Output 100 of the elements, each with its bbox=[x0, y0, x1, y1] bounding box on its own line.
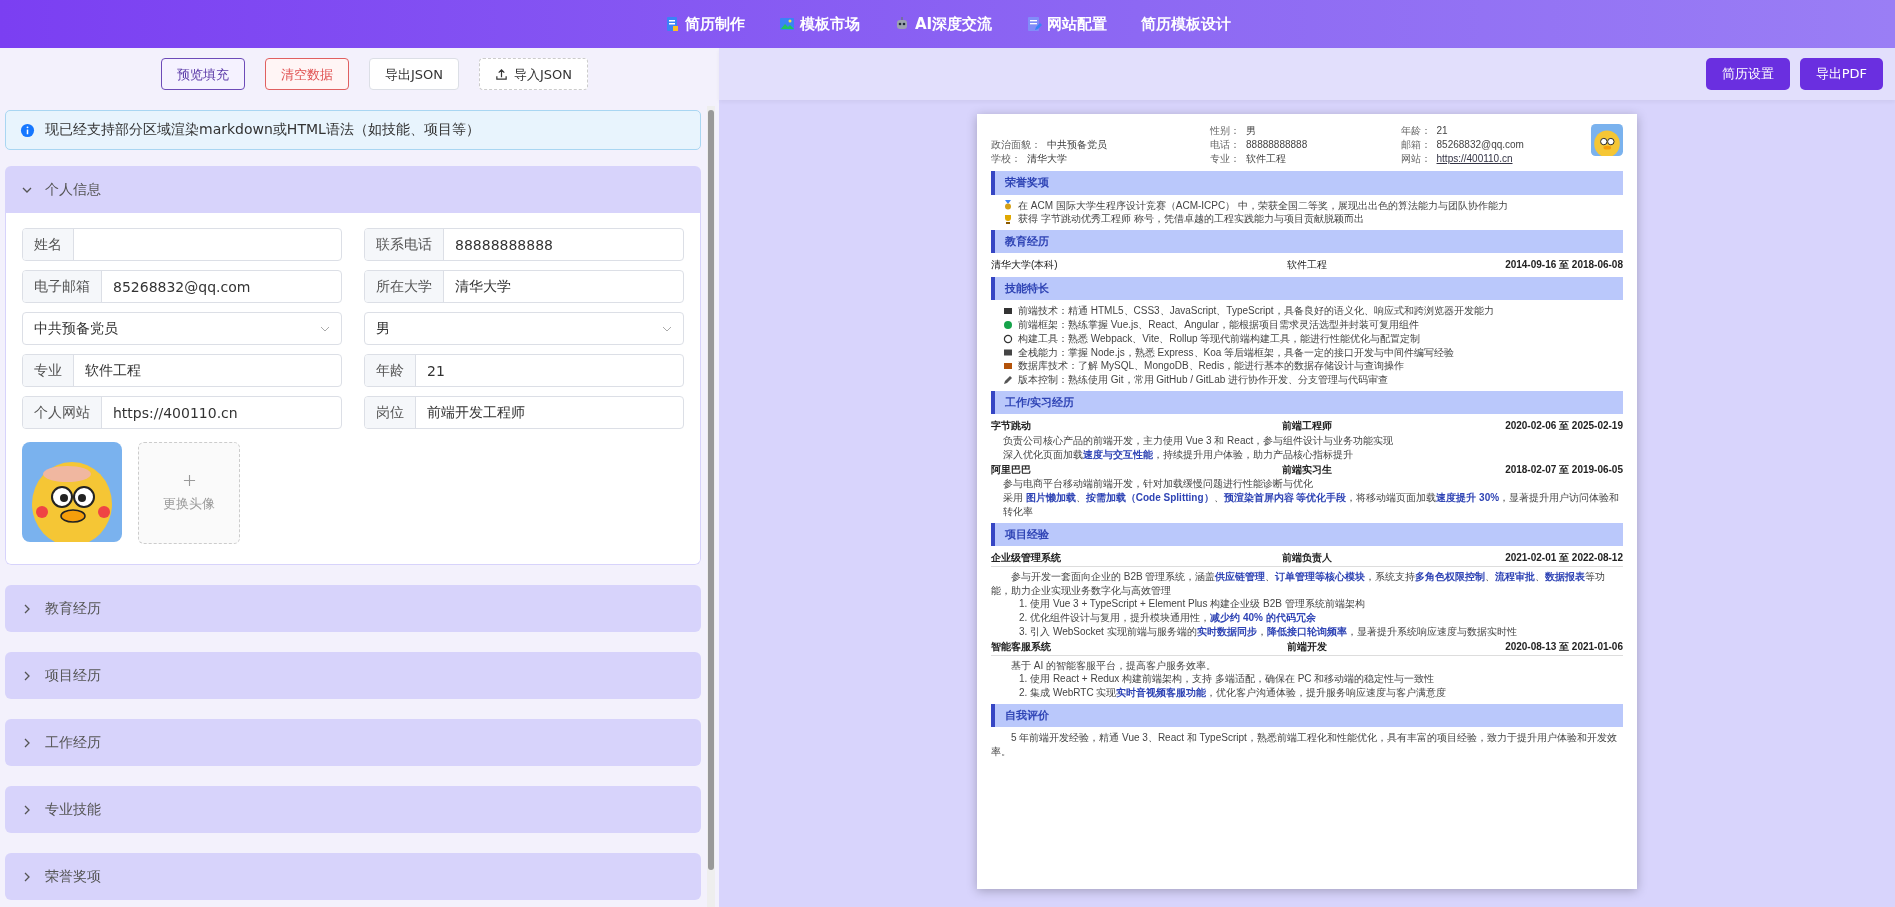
project-list-item: 2. 集成 WebRTC 实现实时音视频客服功能，优化客户沟通体验，提升服务响应速度与客户满意度 bbox=[1018, 686, 1448, 700]
picture-icon bbox=[778, 16, 795, 32]
input-field[interactable]: 联系电话 88888888888 bbox=[364, 228, 684, 261]
company-name: 字节跳动 bbox=[991, 419, 1032, 434]
section-title: 专业技能 bbox=[45, 800, 101, 819]
section-title: 工作经历 bbox=[45, 733, 101, 752]
upload-icon bbox=[495, 67, 508, 81]
project-description: 参与开发一套面向企业的 B2B 管理系统，涵盖供应链管理、订单管理等核心模块，系统支持多角色权限控制、流程审批、数据报表等功能，助力企业实现业务数字化与高效管理 bbox=[991, 569, 1607, 598]
nav-link[interactable]: 简历模板设计 bbox=[1141, 14, 1232, 34]
toolbar-button[interactable]: 导出PDF bbox=[1799, 58, 1883, 90]
skill-text: 版本控制：熟练使用 Git，常用 GitHub / GitLab 进行协作开发、分支管理与代码审查 bbox=[1018, 373, 1389, 388]
info-label: 邮箱： bbox=[1400, 137, 1431, 152]
work-description: 深入优化页面加载速度与交互性能，持续提升用户体验，助力产品核心指标提升 bbox=[1002, 447, 1354, 462]
section-heading: 工作/实习经历 bbox=[991, 391, 1623, 415]
major-text: 软件工程 bbox=[1286, 258, 1328, 273]
info-label: 电话： bbox=[1210, 137, 1241, 152]
info-icon bbox=[20, 122, 35, 138]
work-description: 负责公司核心产品的前端开发，主力使用 Vue 3 和 React，参与组件设计与业务功能实现 bbox=[1002, 434, 1395, 448]
toolbar-button[interactable]: 导出JSON bbox=[368, 58, 459, 90]
input-field[interactable]: 岗位 前端开发工程师 bbox=[364, 396, 684, 429]
section-heading: 项目经验 bbox=[991, 522, 1623, 546]
nav-link[interactable]: AI深度交流 bbox=[893, 14, 993, 34]
info-value: 88888888888 bbox=[1246, 137, 1308, 152]
info-label: 网站： bbox=[1400, 151, 1431, 166]
plus-icon bbox=[182, 473, 196, 487]
input-field[interactable]: 所在大学 清华大学 bbox=[364, 270, 684, 303]
accordion-header[interactable]: 项目经历 bbox=[5, 652, 701, 699]
scrollbar-thumb[interactable] bbox=[708, 110, 714, 870]
skill-text: 全栈能力：掌握 Node.js，熟悉 Express、Koa 等后端框架，具备一定的接口开发与中间件编写经验 bbox=[1018, 345, 1455, 360]
date-range: 2020-02-06 至 2025-02-19 bbox=[1504, 419, 1623, 434]
info-value: 21 bbox=[1436, 124, 1448, 138]
job-role: 前端工程师 bbox=[1281, 419, 1333, 434]
info-text: 现已经支持部分区域渲染markdown或HTML语法（如技能、项目等） bbox=[45, 121, 480, 139]
nav-link[interactable]: 网站配置 bbox=[1026, 14, 1108, 34]
skill-text: 前端技术：精通 HTML5、CSS3、JavaScript、TypeScript，具备良好的语义化、响应式和跨浏览器开发能力 bbox=[1018, 304, 1494, 319]
toolbar-button[interactable]: 简历设置 bbox=[1705, 58, 1790, 90]
info-value: 软件工程 bbox=[1246, 151, 1287, 166]
date-range: 2021-02-01 至 2022-08-12 bbox=[1504, 551, 1623, 565]
info-label: 政治面貌： bbox=[991, 137, 1041, 152]
project-list-item: 1. 使用 Vue 3 + TypeScript + Element Plus 构建企业级 B2B 管理系统前端架构 bbox=[1018, 597, 1366, 612]
skill-text: 前端框架：熟练掌握 Vue.js、React、Angular，能根据项目需求灵活选型并封装可复用组件 bbox=[1018, 318, 1419, 332]
project-list-item: 3. 引入 WebSocket 实现前端与服务端的实时数据同步，降低接口轮询频率，显著提升系统响应速度与数据实时性 bbox=[1018, 625, 1518, 639]
accordion-header[interactable]: 工作经历 bbox=[5, 719, 701, 766]
date-range: 2018-02-07 至 2019-06-05 bbox=[1504, 462, 1623, 477]
accordion-header[interactable]: 专业技能 bbox=[5, 786, 701, 833]
input-field[interactable]: 电子邮箱 85268832@qq.com bbox=[22, 270, 342, 303]
toolbar-button[interactable]: 清空数据 bbox=[264, 58, 349, 90]
skill-text: 数据库技术：了解 MySQL、MongoDB、Redis，能进行基本的数据存储设计与查询操作 bbox=[1018, 359, 1405, 374]
input-field[interactable]: 个人网站 https://400110.cn bbox=[22, 396, 342, 429]
date-range: 2014-09-16 至 2018-06-08 bbox=[1504, 258, 1623, 273]
info-value: 男 bbox=[1246, 124, 1257, 138]
honor-text: 获得 字节跳动优秀工程师 称号，凭借卓越的工程实践能力与项目贡献脱颖而出 bbox=[1018, 212, 1364, 227]
select-field[interactable]: 中共预备党员 bbox=[22, 312, 342, 345]
input-field[interactable]: 专业 软件工程 bbox=[22, 354, 342, 387]
trophy-icon bbox=[1003, 214, 1013, 225]
school-name: 清华大学(本科) bbox=[991, 258, 1059, 273]
input-field[interactable]: 姓名 bbox=[22, 228, 342, 261]
section-heading: 教育经历 bbox=[991, 230, 1623, 254]
work-description: 参与电商平台移动端前端开发，针对加载缓慢问题进行性能诊断与优化 bbox=[1002, 477, 1314, 492]
info-label: 性别： bbox=[1210, 124, 1241, 138]
avatar-drawing bbox=[1591, 124, 1623, 156]
project-name: 智能客服系统 bbox=[991, 639, 1052, 654]
accordion-header[interactable]: 教育经历 bbox=[5, 585, 701, 632]
accordion-header[interactable]: 个人信息 bbox=[5, 166, 701, 213]
form-icon bbox=[1026, 16, 1043, 32]
select-field[interactable]: 男 bbox=[364, 312, 684, 345]
skill-text: 构建工具：熟悉 Webpack、Vite、Rollup 等现代前端构建工具，能进行性能优化与配置定制 bbox=[1018, 331, 1421, 346]
info-label: 年龄： bbox=[1400, 124, 1431, 138]
job-role: 前端实习生 bbox=[1281, 462, 1333, 477]
info-label: 专业： bbox=[1210, 151, 1241, 166]
self-evaluation-text: 5 年前端开发经验，精通 Vue 3、React 和 TypeScript，熟悉前端工程化和性能优化，具有丰富的项目经验，致力于提升用户体验和开发效率。 bbox=[991, 731, 1618, 759]
info-value: 中共预备党员 bbox=[1047, 137, 1107, 152]
pen-icon bbox=[1003, 375, 1013, 386]
section-heading: 技能特长 bbox=[991, 277, 1623, 301]
project-role: 前端负责人 bbox=[1281, 551, 1333, 565]
section-title: 个人信息 bbox=[45, 180, 101, 199]
import-button[interactable]: 导入JSON bbox=[479, 58, 589, 90]
nav-link[interactable]: 模板市场 bbox=[778, 14, 860, 34]
company-name: 阿里巴巴 bbox=[991, 462, 1032, 477]
project-name: 企业级管理系统 bbox=[991, 551, 1062, 565]
honor-text: 在 ACM 国际大学生程序设计竞赛（ACM-ICPC） 中，荣获全国二等奖，展现出出色的算法能力与团队协作能力 bbox=[1018, 198, 1508, 213]
nav-link[interactable]: 简历制作 bbox=[663, 14, 745, 34]
date-range: 2020-08-13 至 2021-01-06 bbox=[1504, 639, 1623, 654]
section-title: 教育经历 bbox=[45, 599, 101, 618]
section-title: 项目经历 bbox=[45, 666, 101, 685]
work-description: 采用 图片懒加载、按需加载（Code Splitting）、预渲染首屏内容 等优化手段，将移动端页面加载速度提升 30%，显著提升用户访问体验和转化率 bbox=[1002, 491, 1621, 519]
section-title: 荣誉奖项 bbox=[45, 867, 101, 886]
accordion-header[interactable]: 荣誉奖项 bbox=[5, 853, 701, 900]
info-label: 学校： bbox=[991, 151, 1021, 166]
project-list-item: 1. 使用 React + Redux 构建前端架构，支持 多端适配，确保在 PC 和移动端的稳定性与一致性 bbox=[1018, 672, 1436, 687]
project-list-item: 2. 优化组件设计与复用，提升模块通用性，减少约 40% 的代码冗余 bbox=[1018, 611, 1317, 625]
input-field[interactable]: 年龄 21 bbox=[364, 354, 684, 387]
toolbar-button[interactable]: 预览填充 bbox=[160, 58, 245, 90]
medal-icon bbox=[1003, 200, 1013, 211]
section-heading: 自我评价 bbox=[991, 703, 1623, 728]
section-heading: 荣誉奖项 bbox=[991, 171, 1623, 195]
info-value: 清华大学 bbox=[1027, 151, 1067, 166]
project-description: 基于 AI 的智能客服平台，提高客户服务效率。 bbox=[1010, 658, 1217, 673]
website-link[interactable]: https://400110.cn bbox=[1436, 151, 1513, 166]
project-role: 前端开发 bbox=[1286, 639, 1328, 654]
